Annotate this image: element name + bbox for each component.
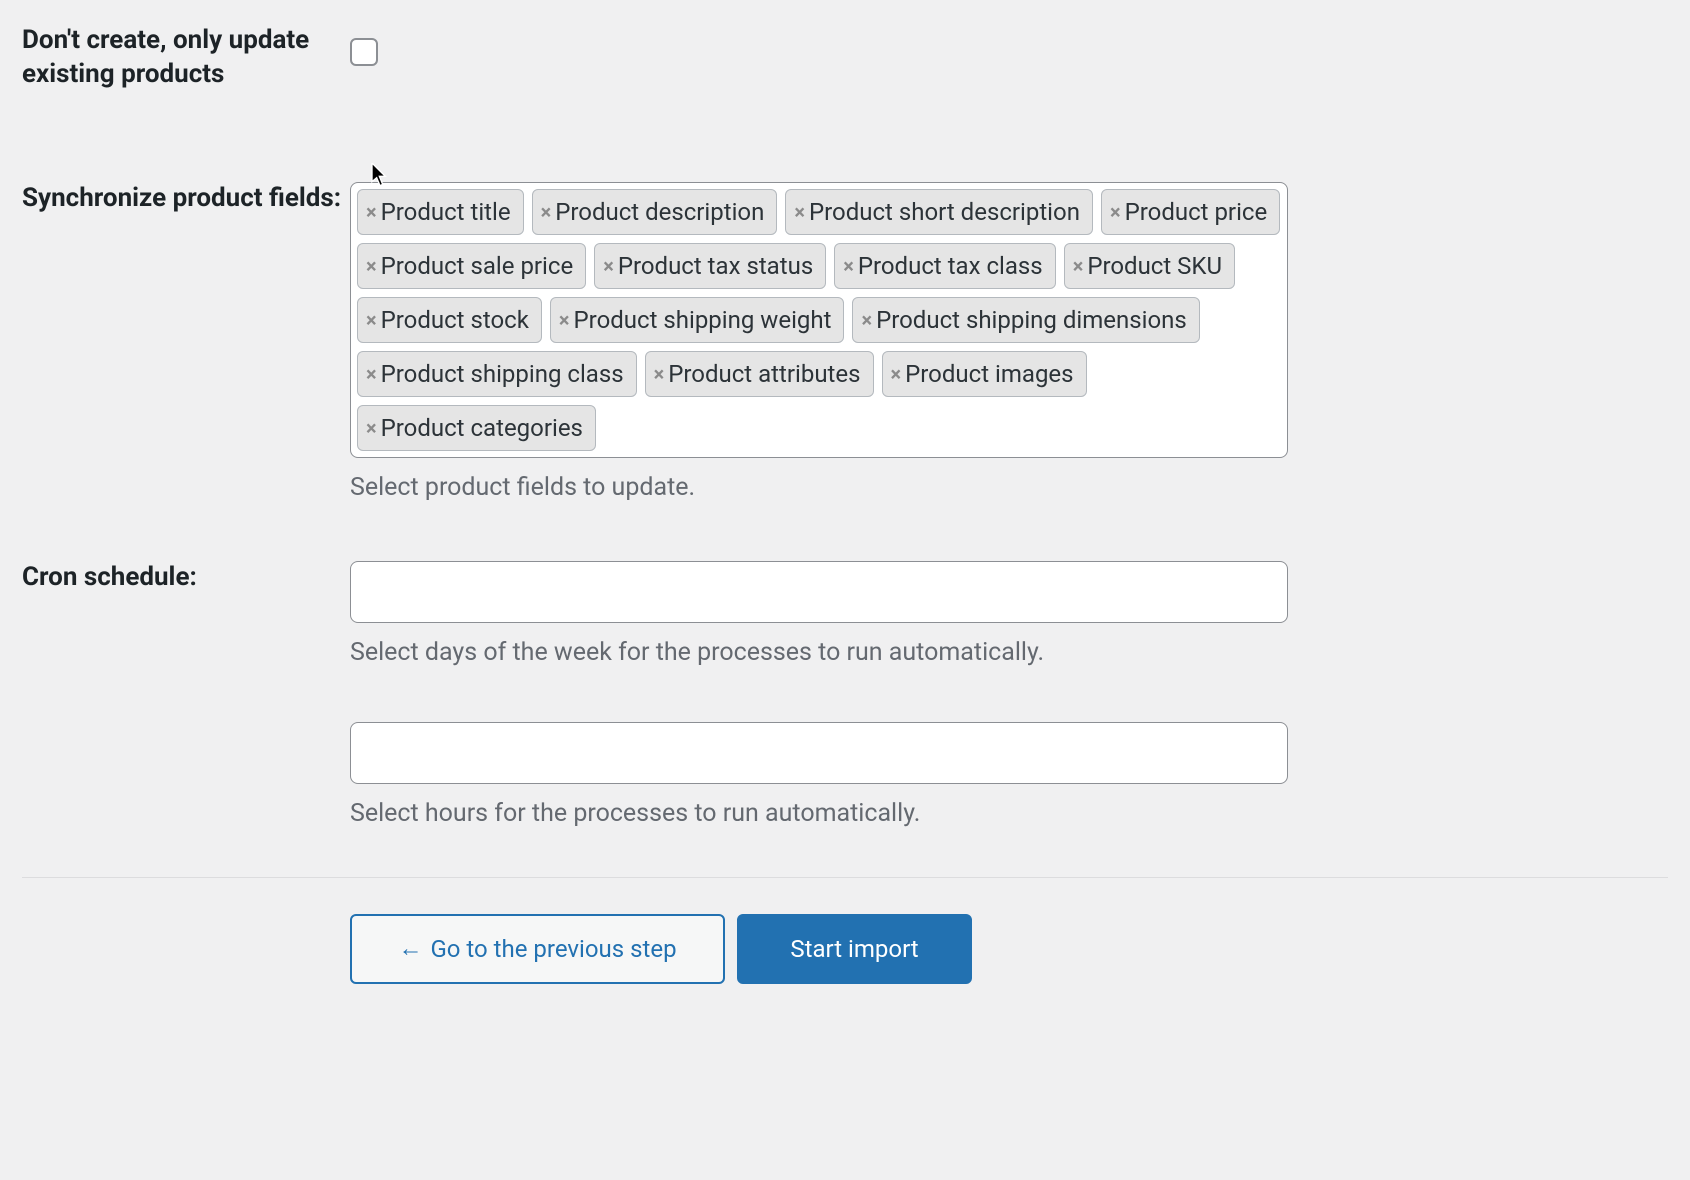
- sync-field-tag-label: Product categories: [381, 410, 583, 446]
- remove-tag-icon[interactable]: ×: [1073, 256, 1084, 276]
- sync-field-tag-label: Product SKU: [1087, 248, 1222, 284]
- previous-step-label: Go to the previous step: [430, 935, 676, 963]
- sync-field-tag-label: Product title: [381, 194, 511, 230]
- sync-field-tag[interactable]: ×Product price: [1101, 189, 1280, 235]
- remove-tag-icon[interactable]: ×: [891, 364, 902, 384]
- sync-field-tag-label: Product short description: [809, 194, 1080, 230]
- remove-tag-icon[interactable]: ×: [603, 256, 614, 276]
- cron-days-help: Select days of the week for the processe…: [350, 635, 1288, 670]
- sync-field-tag-label: Product tax status: [618, 248, 813, 284]
- sync-field-tag[interactable]: ×Product tax status: [594, 243, 826, 289]
- remove-tag-icon[interactable]: ×: [366, 310, 377, 330]
- sync-field-tag-label: Product sale price: [381, 248, 574, 284]
- sync-field-tag-label: Product shipping weight: [574, 302, 832, 338]
- remove-tag-icon[interactable]: ×: [366, 256, 377, 276]
- sync-field-tag-label: Product tax class: [858, 248, 1043, 284]
- remove-tag-icon[interactable]: ×: [794, 202, 805, 222]
- sync-field-tag[interactable]: ×Product attributes: [645, 351, 874, 397]
- remove-tag-icon[interactable]: ×: [366, 202, 377, 222]
- sync-fields-multiselect[interactable]: ×Product title×Product description×Produ…: [350, 182, 1288, 458]
- cron-schedule-label: Cron schedule:: [22, 561, 350, 595]
- remove-tag-icon[interactable]: ×: [366, 364, 377, 384]
- arrow-left-icon: ←: [398, 934, 422, 963]
- sync-field-tag[interactable]: ×Product shipping dimensions: [852, 297, 1199, 343]
- cron-hours-help: Select hours for the processes to run au…: [350, 796, 1288, 831]
- footer-separator: [22, 877, 1668, 878]
- remove-tag-icon[interactable]: ×: [861, 310, 872, 330]
- sync-field-tag[interactable]: ×Product sale price: [357, 243, 586, 289]
- start-import-button[interactable]: Start import: [737, 914, 972, 984]
- start-import-label: Start import: [790, 935, 918, 963]
- update-only-checkbox[interactable]: [350, 38, 378, 66]
- remove-tag-icon[interactable]: ×: [559, 310, 570, 330]
- remove-tag-icon[interactable]: ×: [541, 202, 552, 222]
- cron-days-select[interactable]: [350, 561, 1288, 623]
- remove-tag-icon[interactable]: ×: [1110, 202, 1121, 222]
- sync-field-tag[interactable]: ×Product categories: [357, 405, 596, 451]
- sync-field-tag-label: Product shipping dimensions: [876, 302, 1187, 338]
- sync-field-tag[interactable]: ×Product short description: [785, 189, 1093, 235]
- sync-field-tag[interactable]: ×Product title: [357, 189, 524, 235]
- sync-field-tag-label: Product images: [905, 356, 1073, 392]
- remove-tag-icon[interactable]: ×: [843, 256, 854, 276]
- sync-field-tag-label: Product shipping class: [381, 356, 624, 392]
- sync-field-tag[interactable]: ×Product images: [882, 351, 1087, 397]
- sync-field-tag[interactable]: ×Product tax class: [834, 243, 1055, 289]
- sync-fields-label: Synchronize product fields:: [22, 182, 350, 216]
- remove-tag-icon[interactable]: ×: [366, 418, 377, 438]
- sync-field-tag[interactable]: ×Product SKU: [1064, 243, 1235, 289]
- sync-field-tag[interactable]: ×Product shipping class: [357, 351, 637, 397]
- sync-fields-help: Select product fields to update.: [350, 470, 1288, 505]
- update-only-label: Don't create, only update existing produ…: [22, 24, 350, 92]
- sync-field-tag-label: Product stock: [381, 302, 529, 338]
- sync-field-tag-label: Product description: [555, 194, 764, 230]
- remove-tag-icon[interactable]: ×: [654, 364, 665, 384]
- cron-hours-select[interactable]: [350, 722, 1288, 784]
- sync-field-tag[interactable]: ×Product stock: [357, 297, 542, 343]
- sync-field-tag-label: Product attributes: [668, 356, 860, 392]
- sync-field-tag[interactable]: ×Product description: [532, 189, 778, 235]
- sync-field-tag-label: Product price: [1125, 194, 1268, 230]
- previous-step-button[interactable]: ← Go to the previous step: [350, 914, 725, 984]
- sync-field-tag[interactable]: ×Product shipping weight: [550, 297, 845, 343]
